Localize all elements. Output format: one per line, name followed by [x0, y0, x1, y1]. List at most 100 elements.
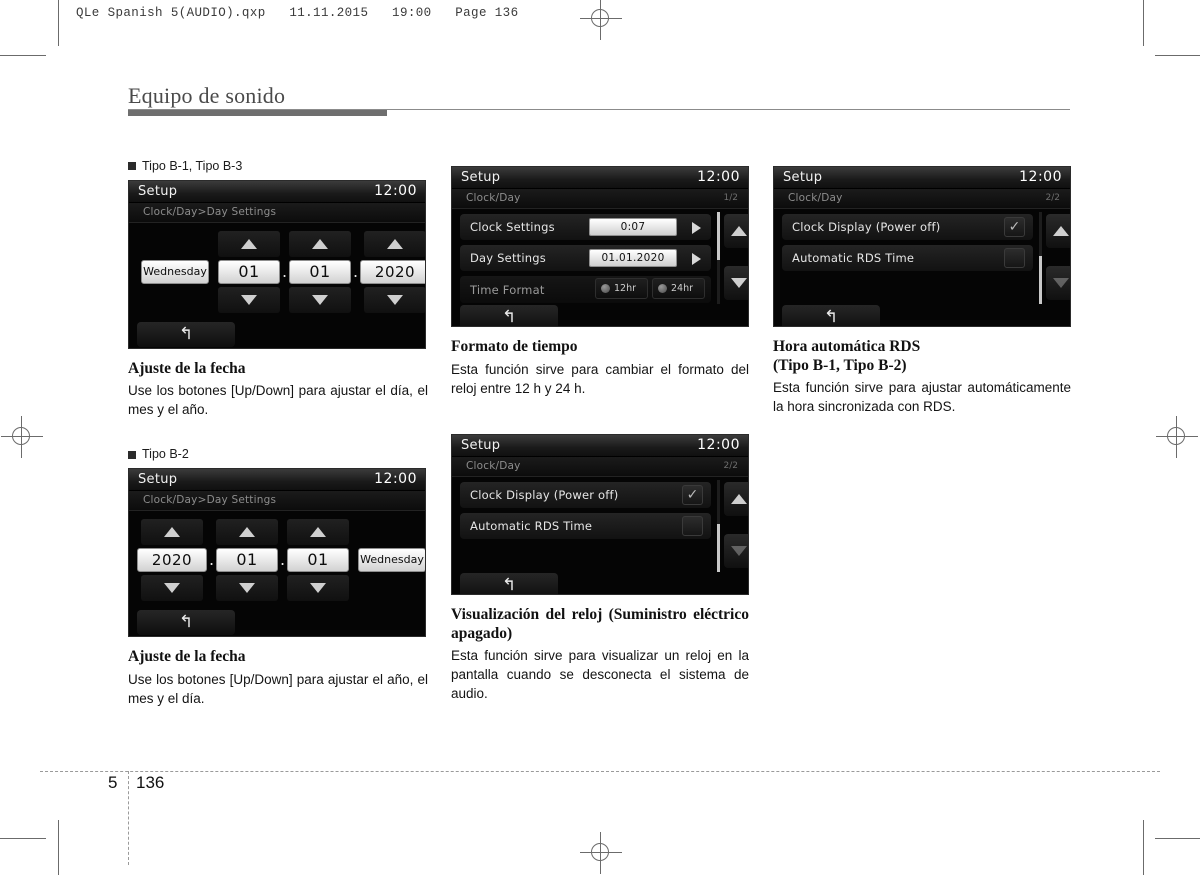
scroll-up-button[interactable] — [724, 214, 748, 248]
list-item-clock-display[interactable]: Clock Display (Power off) ✓ — [460, 481, 711, 508]
tipo-label-b1-b3: Tipo B-1, Tipo B-3 — [128, 160, 428, 173]
scrollbar-thumb[interactable] — [1039, 256, 1042, 304]
check-icon: ✓ — [686, 486, 699, 503]
checkbox-clock-display[interactable]: ✓ — [682, 484, 703, 505]
tipo-label-b2: Tipo B-2 — [128, 448, 428, 461]
year-value[interactable]: 2020 — [137, 547, 207, 572]
radio-option-24hr[interactable]: 24hr — [652, 278, 705, 299]
scrollbar-track[interactable] — [1039, 212, 1042, 304]
chevron-right-icon[interactable] — [692, 253, 701, 265]
list-item-automatic-rds-time[interactable]: Automatic RDS Time — [460, 512, 711, 539]
triangle-down-icon — [164, 582, 180, 593]
weekday-value: Wednesday — [141, 259, 209, 284]
screenshot-day-settings-b2: Setup 12:00 Clock/Day>Day Settings 2020 … — [128, 467, 426, 637]
month-up-button[interactable] — [289, 230, 351, 257]
scrollbar-thumb[interactable] — [717, 523, 720, 572]
scroll-down-button[interactable] — [724, 533, 748, 568]
caption-body-formato-tiempo: Esta función sirve para cambiar el forma… — [451, 361, 749, 396]
row-label: Automatic RDS Time — [792, 251, 915, 265]
triangle-up-icon — [312, 238, 328, 249]
screen-breadcrumb: Clock/Day 2/2 — [452, 456, 748, 477]
scroll-down-button[interactable] — [724, 266, 748, 300]
triangle-down-icon — [310, 582, 326, 593]
screen-clock: 12:00 — [374, 470, 417, 487]
tipo-label-text: Tipo B-2 — [142, 447, 189, 462]
back-button[interactable]: ↱ — [782, 305, 880, 326]
checkbox-clock-display[interactable]: ✓ — [1004, 217, 1025, 237]
crop-mark-top-right-vertical — [1143, 0, 1144, 46]
list-item-day-settings[interactable]: Day Settings 01.01.2020 — [460, 245, 711, 271]
breadcrumb-text: Clock/Day — [788, 192, 843, 204]
clock-settings-value[interactable]: 0:07 — [589, 218, 677, 236]
back-button[interactable]: ↱ — [460, 572, 558, 594]
screen-title: Setup — [461, 437, 501, 453]
list-item-clock-display[interactable]: Clock Display (Power off) ✓ — [782, 214, 1033, 240]
crop-mark-bottom-left-horizontal — [0, 838, 46, 839]
row-label: Clock Display (Power off) — [470, 487, 619, 502]
scroll-up-button[interactable] — [1046, 214, 1070, 248]
caption-body-ajuste-fecha-1: Use los botones [Up/Down] para ajustar e… — [128, 383, 428, 418]
page-title: Equipo de sonido — [128, 83, 286, 108]
row-label: Automatic RDS Time — [470, 518, 593, 533]
back-button[interactable]: ↱ — [460, 305, 558, 326]
year-up-button[interactable] — [141, 518, 203, 545]
day-up-button[interactable] — [218, 230, 280, 257]
caption-body-visualizacion-reloj: Esta función sirve para visualizar un re… — [451, 648, 749, 702]
list-item-time-format[interactable]: Time Format 12hr 24hr — [460, 276, 711, 303]
back-button[interactable]: ↱ — [137, 609, 235, 635]
triangle-down-icon — [241, 294, 257, 305]
scrollbar-thumb[interactable] — [717, 212, 720, 260]
time-format-radio-group: 12hr 24hr — [595, 278, 705, 299]
list-item-clock-settings[interactable]: Clock Settings 0:07 — [460, 214, 711, 240]
scroll-up-button[interactable] — [724, 481, 748, 516]
triangle-up-icon — [310, 526, 326, 537]
checkbox-automatic-rds-time[interactable] — [1004, 248, 1025, 268]
weekday-value: Wednesday — [358, 547, 425, 572]
month-value[interactable]: 01 — [289, 259, 351, 284]
checkbox-automatic-rds-time[interactable] — [682, 515, 703, 536]
chevron-right-icon[interactable] — [692, 222, 701, 234]
list-item-automatic-rds-time[interactable]: Automatic RDS Time — [782, 245, 1033, 271]
scroll-down-button[interactable] — [1046, 266, 1070, 300]
scrollbar-track[interactable] — [717, 212, 720, 304]
screenshot-clock-day-page2-right: Setup 12:00 Clock/Day 2/2 Clock Display … — [773, 166, 1071, 327]
column-left: Tipo B-1, Tipo B-3 Setup 12:00 Clock/Day… — [128, 160, 428, 708]
page-indicator: 2/2 — [723, 460, 738, 471]
year-spinner: 2020 — [137, 518, 207, 601]
month-down-button[interactable] — [216, 574, 278, 601]
page-indicator: 2/2 — [1045, 193, 1060, 203]
triangle-down-icon — [1052, 278, 1069, 288]
month-value[interactable]: 01 — [216, 547, 278, 572]
row-label: Time Format — [470, 282, 545, 297]
weekday-spacer-top — [361, 519, 423, 545]
month-down-button[interactable] — [289, 286, 351, 313]
radio-option-12hr[interactable]: 12hr — [595, 278, 648, 299]
square-bullet-icon — [128, 162, 136, 171]
day-down-button[interactable] — [218, 286, 280, 313]
year-spinner: 2020 — [360, 230, 425, 313]
year-down-button[interactable] — [141, 574, 203, 601]
back-button[interactable]: ↱ — [137, 321, 235, 347]
triangle-up-icon — [387, 238, 403, 249]
year-up-button[interactable] — [364, 230, 425, 257]
title-accent-bar — [128, 110, 387, 116]
day-value[interactable]: 01 — [287, 547, 349, 572]
day-down-button[interactable] — [287, 574, 349, 601]
caption-body-hora-rds: Esta función sirve para ajustar automáti… — [773, 380, 1071, 415]
date-spinner-row: 2020 . 01 . 01 Wednesday — [137, 518, 425, 601]
scrollbar-track[interactable] — [717, 479, 720, 572]
year-value[interactable]: 2020 — [360, 259, 425, 284]
day-spinner: 01 — [287, 518, 349, 601]
day-value[interactable]: 01 — [218, 259, 280, 284]
year-down-button[interactable] — [364, 286, 425, 313]
triangle-up-icon — [1052, 226, 1069, 236]
day-settings-value[interactable]: 01.01.2020 — [589, 249, 677, 267]
footer-rule — [40, 771, 1160, 772]
month-up-button[interactable] — [216, 518, 278, 545]
separator-dot-1: . — [208, 549, 215, 569]
month-spinner: 01 — [289, 230, 351, 313]
screen-clock: 12:00 — [697, 169, 740, 185]
day-up-button[interactable] — [287, 518, 349, 545]
breadcrumb-text: Clock/Day>Day Settings — [143, 205, 277, 218]
screen-clock: 12:00 — [374, 182, 417, 199]
